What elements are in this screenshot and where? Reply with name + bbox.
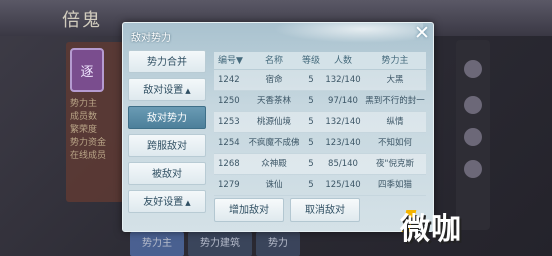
table-row[interactable]: 1279 诛仙 5 125/140 四季如猫 [214,175,426,196]
menu-item-label: 友好设置 [143,197,184,208]
menu-item-label: 被敌对 [152,169,182,180]
menu-item-friendly-settings[interactable]: 友好设置 ▲ [128,190,206,213]
cell-level: 5 [308,159,314,169]
menu-item-label: 敌对设置 [143,85,184,96]
cell-name: 众神殿 [261,159,287,169]
cell-id: 1242 [218,75,240,85]
cell-level: 5 [308,75,314,85]
cell-members: 85/140 [328,159,358,169]
info-line: 势力主 [70,99,98,109]
game-logo: 倍鬼 [62,10,102,31]
cell-name: 天香茶林 [256,96,291,106]
bottom-tab-bar: 势力主 势力建筑 势力 [130,232,300,256]
table-header: 编号▼ 名称 等级 人数 势力主 [214,52,426,70]
cell-level: 5 [308,117,314,127]
bag-icon[interactable] [464,128,482,146]
download-icon[interactable] [464,96,482,114]
info-line: 势力资金 [70,138,107,148]
menu-item-enemied-by[interactable]: 被敌对 [128,162,206,185]
table-row[interactable]: 1250 天香茶林 5 97/140 黑到不行的封一 [214,91,426,112]
info-line: 在线成员 [70,151,107,161]
guild-info-list: 势力主 成员数 繁荣度 势力资金 在线成员 [70,98,106,163]
cell-level: 5 [308,180,314,190]
menu-item-merge[interactable]: 势力合并 [128,50,206,73]
tab-guild-more[interactable]: 势力 [256,232,300,256]
cell-name: 诛仙 [265,180,283,190]
table-body: 1242 宿命 5 132/140 大黑 1250 天香茶林 5 97/140 … [214,70,426,196]
dialog-header-decoration [273,23,423,43]
cell-id: 1250 [218,96,240,106]
table-row[interactable]: 1253 桃源仙境 5 132/140 纵情 [214,112,426,133]
header-members: 人数 [333,56,352,66]
cell-lord: 四季如猫 [377,180,412,190]
cell-members: 125/140 [325,180,361,190]
header-level: 等级 [301,56,320,66]
cell-lord: 夜"倪克斯 [376,159,414,169]
cell-members: 132/140 [325,117,361,127]
header-name: 名称 [264,56,283,66]
dialog-title: 敌对势力 [131,33,171,44]
cell-name: 桃源仙境 [256,117,291,127]
table-row[interactable]: 1268 众神殿 5 85/140 夜"倪克斯 [214,154,426,175]
info-line: 成员数 [70,112,98,122]
cell-name: 不疯魔不成佛 [248,138,300,148]
menu-item-enemy-guilds[interactable]: 敌对势力 [128,106,206,129]
enemy-guild-table: 编号▼ 名称 等级 人数 势力主 1242 宿命 5 132/140 大黑 12… [214,52,426,196]
expand-arrow-icon: ▲ [185,199,191,207]
menu-item-label: 跨服敌对 [147,141,187,152]
menu-item-label: 势力合并 [147,57,187,68]
cell-id: 1268 [218,159,240,169]
cell-members: 97/140 [328,96,358,106]
cell-members: 132/140 [325,75,361,85]
close-icon[interactable]: ✕ [412,24,432,44]
menu-item-label: 敌对势力 [147,113,187,124]
cell-lord: 黑到不行的封一 [365,96,425,106]
cell-members: 123/140 [325,138,361,148]
expand-arrow-icon: ▲ [185,87,191,95]
cell-id: 1254 [218,138,240,148]
table-row[interactable]: 1242 宿命 5 132/140 大黑 [214,70,426,91]
header-id[interactable]: 编号▼ [214,52,248,69]
cell-id: 1253 [218,117,240,127]
cell-lord: 纵情 [386,117,404,127]
cell-lord: 不知如何 [377,138,412,148]
cell-name: 宿命 [265,75,283,85]
info-line: 繁荣度 [70,125,98,135]
cell-lord: 大黑 [386,75,404,85]
guild-emblem: 逐 [70,48,104,92]
cell-id: 1279 [218,180,240,190]
settings-icon[interactable] [464,60,482,78]
menu-item-cross-server-enemy[interactable]: 跨服敌对 [128,134,206,157]
menu-item-enemy-settings[interactable]: 敌对设置 ▲ [128,78,206,101]
table-row[interactable]: 1254 不疯魔不成佛 5 123/140 不知如何 [214,133,426,154]
add-enemy-button[interactable]: 增加敌对 [214,198,284,222]
watermark-logo: 微咖 [400,212,462,247]
cell-level: 5 [308,96,314,106]
cancel-enemy-button[interactable]: 取消敌对 [290,198,360,222]
side-menu: 势力合并 敌对设置 ▲ 敌对势力 跨服敌对 被敌对 友好设置 ▲ [128,50,206,218]
tab-guild-building[interactable]: 势力建筑 [188,232,252,256]
header-lord: 势力主 [381,56,409,66]
tab-guild-lord[interactable]: 势力主 [130,232,184,256]
cell-level: 5 [308,138,314,148]
gift-icon[interactable] [464,160,482,178]
